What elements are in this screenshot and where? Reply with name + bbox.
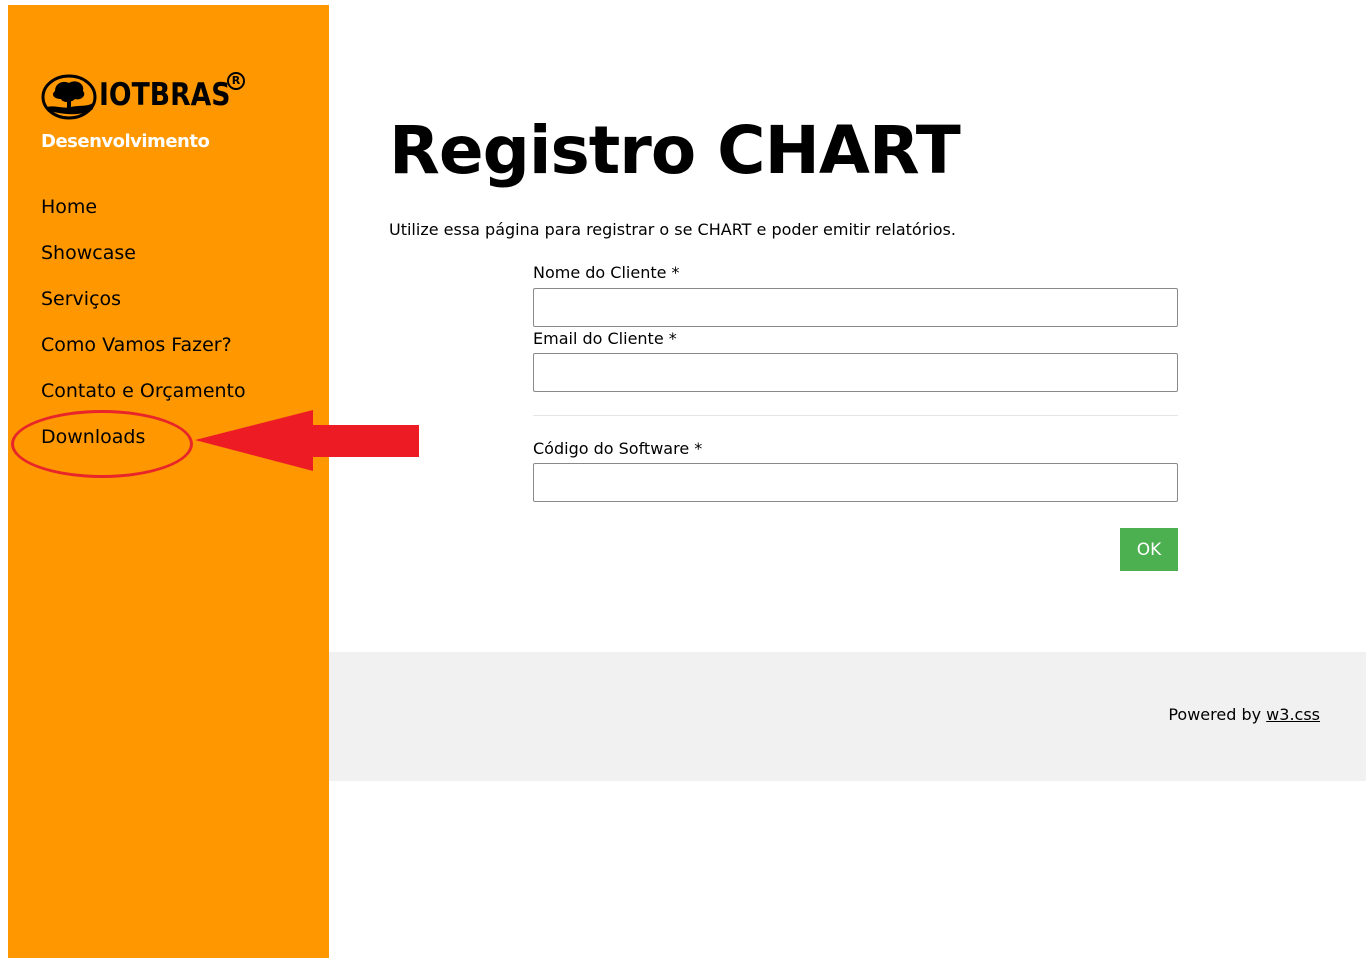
client-email-input[interactable] [533, 353, 1178, 392]
nav-item-showcase[interactable]: Showcase [41, 241, 246, 287]
brand-subtitle: Desenvolvimento [41, 131, 210, 152]
software-code-input[interactable] [533, 463, 1178, 502]
registered-mark-icon: R [227, 72, 245, 90]
footer: Powered by w3.css [329, 652, 1366, 781]
nav-item-servicos[interactable]: Serviços [41, 287, 246, 333]
client-email-label: Email do Cliente * [533, 329, 677, 348]
footer-powered-by: Powered by [1168, 705, 1262, 724]
brand-logo-text: IOTBRAS [99, 77, 231, 113]
page-intro: Utilize essa página para registrar o se … [389, 220, 956, 239]
brand-logo[interactable]: IOTBRAS R [41, 67, 251, 127]
annotation-arrow-icon [195, 410, 419, 471]
footer-credit: Powered by w3.css [1168, 705, 1320, 724]
client-name-input[interactable] [533, 288, 1178, 327]
page-title: Registro CHART [389, 112, 961, 189]
annotation-circle [11, 410, 193, 478]
form-divider [533, 415, 1178, 416]
brain-hand-logo-icon [41, 74, 97, 120]
sidebar: IOTBRAS R Desenvolvimento Home Showcase … [8, 5, 329, 958]
nav-item-como-vamos-fazer[interactable]: Como Vamos Fazer? [41, 333, 246, 379]
client-name-label: Nome do Cliente * [533, 263, 680, 282]
ok-button[interactable]: OK [1120, 528, 1178, 571]
nav-item-home[interactable]: Home [41, 195, 246, 241]
footer-w3css-link[interactable]: w3.css [1266, 705, 1320, 724]
software-code-label: Código do Software * [533, 439, 703, 458]
